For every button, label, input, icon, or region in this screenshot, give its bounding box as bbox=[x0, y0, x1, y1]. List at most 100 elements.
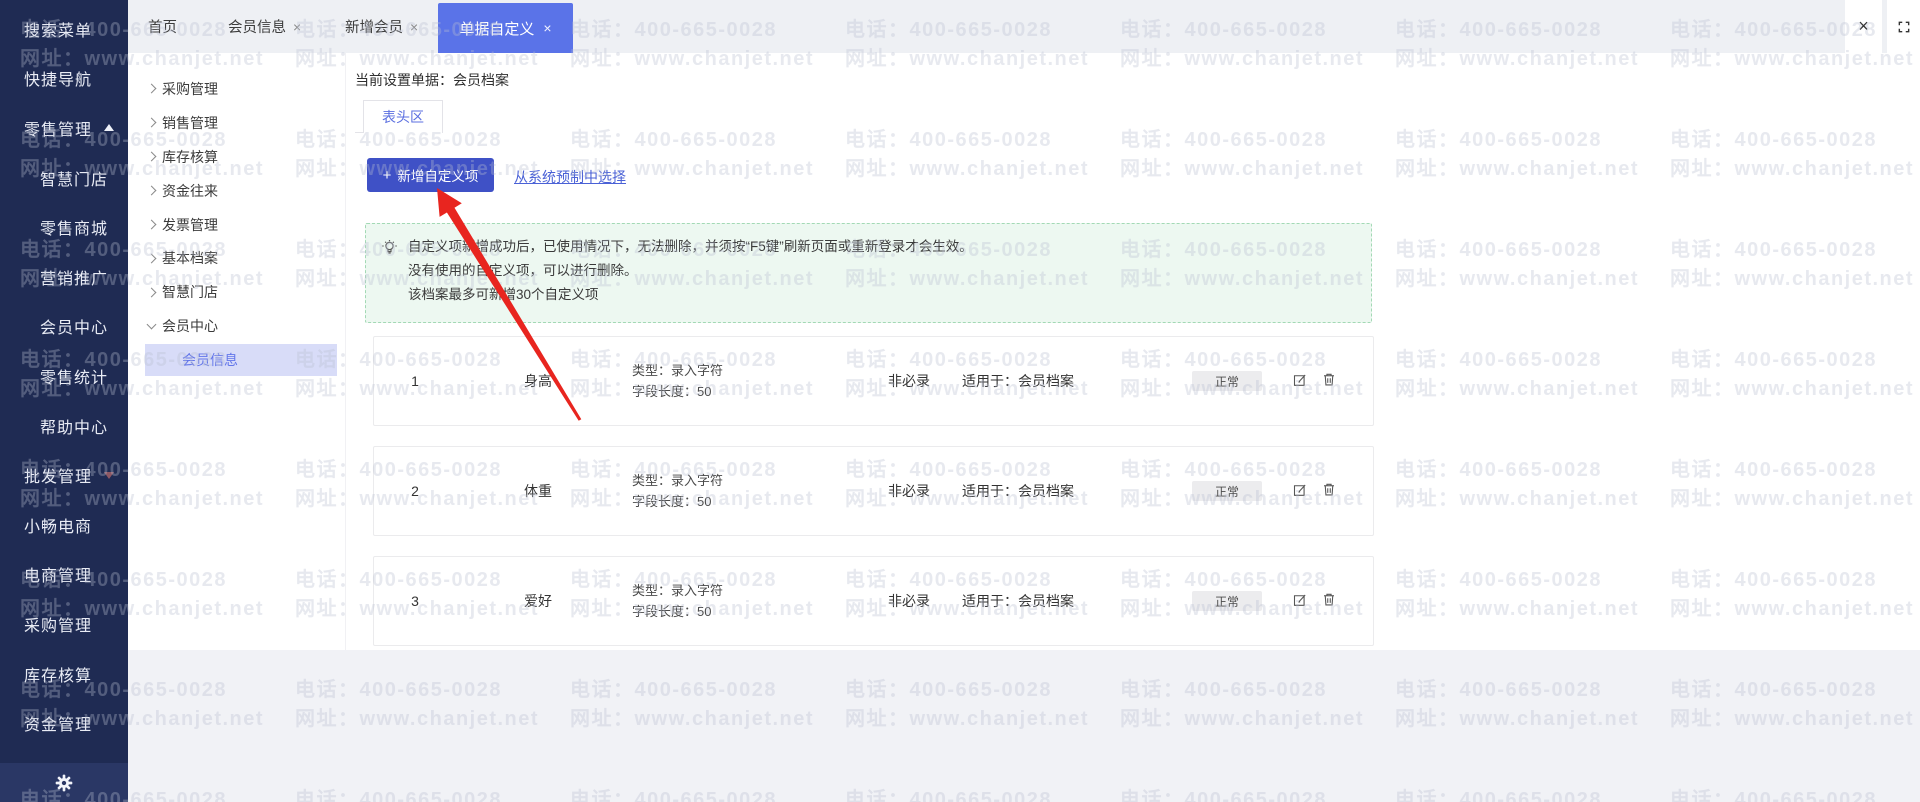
tab-member-info[interactable]: 会员信息 × bbox=[228, 0, 301, 53]
sidebar-item-help-center[interactable]: 帮助中心 bbox=[0, 401, 128, 451]
sidebar-item-funds-mgmt[interactable]: 资金管理 bbox=[0, 698, 128, 748]
row-index: 1 bbox=[411, 373, 419, 389]
close-tab-icon[interactable]: × bbox=[543, 20, 551, 36]
sidebar-item-label: 快捷导航 bbox=[24, 72, 93, 90]
tree-item-member-center[interactable]: 会员中心 bbox=[128, 309, 345, 343]
current-doc-label: 当前设置单据：会员档案 bbox=[355, 72, 509, 88]
field-length: 字段长度：50 bbox=[632, 604, 712, 619]
sidebar-item-retail-mgmt[interactable]: 零售管理 bbox=[0, 103, 128, 153]
sidebar-item-label: 搜索菜单 bbox=[24, 22, 93, 40]
custom-field-row: 3 爱好 类型：录入字符 字段长度：50 非必录 适用于：会员档案 正常 bbox=[373, 556, 1374, 646]
triangle-down-icon bbox=[104, 471, 115, 479]
sidebar-item-search-menu[interactable]: 搜索菜单 bbox=[0, 4, 128, 54]
field-applies-to: 适用于：会员档案 bbox=[962, 483, 1074, 499]
sidebar-item-label: 采购管理 bbox=[24, 617, 93, 635]
sidebar-item-label: 批发管理 bbox=[24, 469, 93, 487]
sidebar-item-retail-stats[interactable]: 零售统计 bbox=[0, 351, 128, 401]
tree-item-purchase[interactable]: 采购管理 bbox=[128, 72, 345, 106]
row-index: 2 bbox=[411, 483, 419, 499]
sidebar-item-xiaochang-ecom[interactable]: 小畅电商 bbox=[0, 500, 128, 550]
chevron-right-icon bbox=[146, 151, 157, 162]
add-custom-field-button[interactable]: + 新增自定义项 bbox=[367, 158, 494, 192]
notice-line: 自定义项新增成功后，已使用情况下，无法删除，并须按“F5键”刷新页面或重新登录才… bbox=[408, 239, 973, 254]
field-required: 非必录 bbox=[888, 483, 930, 499]
tab-doc-customize-active[interactable]: 单据自定义 × bbox=[438, 3, 573, 53]
main-sidebar-list: 搜索菜单 快捷导航 零售管理 智慧门店 零售商城 营销推广 会员中心 零售统计 … bbox=[0, 4, 128, 748]
tree-item-sales[interactable]: 销售管理 bbox=[128, 106, 345, 140]
sidebar-item-purchase-mgmt[interactable]: 采购管理 bbox=[0, 599, 128, 649]
tree-item-label: 会员中心 bbox=[162, 318, 218, 335]
tab-home[interactable]: 首页 bbox=[148, 0, 177, 53]
notice-line: 该档案最多可新增30个自定义项 bbox=[408, 287, 599, 302]
field-type-block: 类型：录入字符 字段长度：50 bbox=[632, 580, 723, 622]
tab-label: 单据自定义 bbox=[459, 20, 535, 38]
chevron-right-icon bbox=[146, 117, 157, 128]
close-tab-icon[interactable]: × bbox=[410, 19, 418, 35]
field-type-block: 类型：录入字符 字段长度：50 bbox=[632, 360, 723, 402]
window-close-button[interactable]: × bbox=[1845, 0, 1882, 53]
sidebar-item-label: 会员中心 bbox=[40, 320, 109, 338]
tab-new-member[interactable]: 新增会员 × bbox=[345, 0, 418, 53]
sidebar-item-member-center[interactable]: 会员中心 bbox=[0, 302, 128, 352]
sidebar-item-label: 零售管理 bbox=[24, 121, 93, 139]
field-name: 爱好 bbox=[524, 593, 552, 609]
status-badge: 正常 bbox=[1192, 591, 1262, 611]
triangle-up-icon bbox=[104, 124, 115, 132]
gear-icon[interactable] bbox=[54, 773, 74, 793]
tab-header-area[interactable]: 表头区 bbox=[363, 100, 443, 133]
app-window: 搜索菜单 快捷导航 零售管理 智慧门店 零售商城 营销推广 会员中心 零售统计 … bbox=[0, 0, 1920, 802]
delete-button[interactable] bbox=[1322, 372, 1336, 390]
sidebar-item-ecom-mgmt[interactable]: 电商管理 bbox=[0, 550, 128, 600]
close-tab-icon[interactable]: × bbox=[293, 19, 301, 35]
edit-button[interactable] bbox=[1292, 482, 1307, 500]
custom-field-row: 2 体重 类型：录入字符 字段长度：50 非必录 适用于：会员档案 正常 bbox=[373, 446, 1374, 536]
field-applies-to: 适用于：会员档案 bbox=[962, 373, 1074, 389]
tree-item-member-info-selected[interactable]: 会员信息 bbox=[145, 344, 337, 377]
chevron-right-icon bbox=[146, 219, 157, 230]
sidebar-item-label: 库存核算 bbox=[24, 667, 93, 685]
field-type-block: 类型：录入字符 字段长度：50 bbox=[632, 470, 723, 512]
tab-label: 会员信息 bbox=[228, 20, 286, 36]
tree-item-member-info-wrap: 会员信息 bbox=[128, 343, 345, 377]
sidebar-item-label: 电商管理 bbox=[24, 568, 93, 586]
field-type: 类型：录入字符 bbox=[632, 473, 724, 488]
field-length: 字段长度：50 bbox=[632, 494, 712, 509]
sidebar-item-inventory-acct[interactable]: 库存核算 bbox=[0, 649, 128, 699]
delete-button[interactable] bbox=[1322, 482, 1336, 500]
sidebar-item-label: 零售统计 bbox=[40, 369, 109, 387]
sidebar-item-label: 营销推广 bbox=[40, 270, 109, 288]
lightbulb-icon bbox=[382, 240, 397, 254]
edit-button[interactable] bbox=[1292, 372, 1307, 390]
field-required: 非必录 bbox=[888, 373, 930, 389]
sidebar-item-label: 智慧门店 bbox=[40, 171, 109, 189]
tab-strip: 首页 会员信息 × 新增会员 × 单据自定义 × × bbox=[128, 0, 1920, 53]
tree-item-basic-archives[interactable]: 基本档案 bbox=[128, 241, 345, 275]
trash-icon bbox=[1324, 593, 1334, 606]
sidebar-item-quick-nav[interactable]: 快捷导航 bbox=[0, 54, 128, 104]
sidebar-item-smart-store[interactable]: 智慧门店 bbox=[0, 153, 128, 203]
tree-item-invoice[interactable]: 发票管理 bbox=[128, 208, 345, 242]
delete-button[interactable] bbox=[1322, 592, 1336, 610]
tree-item-smart-store[interactable]: 智慧门店 bbox=[128, 275, 345, 309]
tree-item-funds[interactable]: 资金往来 bbox=[128, 174, 345, 208]
notice-box: 自定义项新增成功后，已使用情况下，无法删除，并须按“F5键”刷新页面或重新登录才… bbox=[365, 223, 1372, 323]
row-index: 3 bbox=[411, 593, 419, 609]
notice-line: 没有使用的自定义项，可以进行删除。 bbox=[408, 263, 638, 278]
field-required: 非必录 bbox=[888, 593, 930, 609]
sidebar-item-wholesale-mgmt[interactable]: 批发管理 bbox=[0, 450, 128, 500]
field-applies-to: 适用于：会员档案 bbox=[962, 593, 1074, 609]
tree-item-inventory[interactable]: 库存核算 bbox=[128, 140, 345, 174]
tab-label: 新增会员 bbox=[345, 20, 403, 36]
sidebar-item-retail-mall[interactable]: 零售商城 bbox=[0, 202, 128, 252]
sidebar-item-marketing[interactable]: 营销推广 bbox=[0, 252, 128, 302]
tree-item-label: 发票管理 bbox=[162, 216, 218, 233]
select-from-preset-link[interactable]: 从系统预制中选择 bbox=[514, 167, 626, 187]
field-name: 体重 bbox=[524, 483, 552, 499]
chevron-right-icon bbox=[146, 83, 157, 94]
fullscreen-button[interactable] bbox=[1887, 0, 1920, 53]
sidebar-item-label: 资金管理 bbox=[24, 717, 93, 735]
tree-item-label: 会员信息 bbox=[182, 352, 238, 369]
main-sidebar: 搜索菜单 快捷导航 零售管理 智慧门店 零售商城 营销推广 会员中心 零售统计 … bbox=[0, 0, 128, 802]
edit-button[interactable] bbox=[1292, 592, 1307, 610]
field-name: 身高 bbox=[524, 373, 552, 389]
